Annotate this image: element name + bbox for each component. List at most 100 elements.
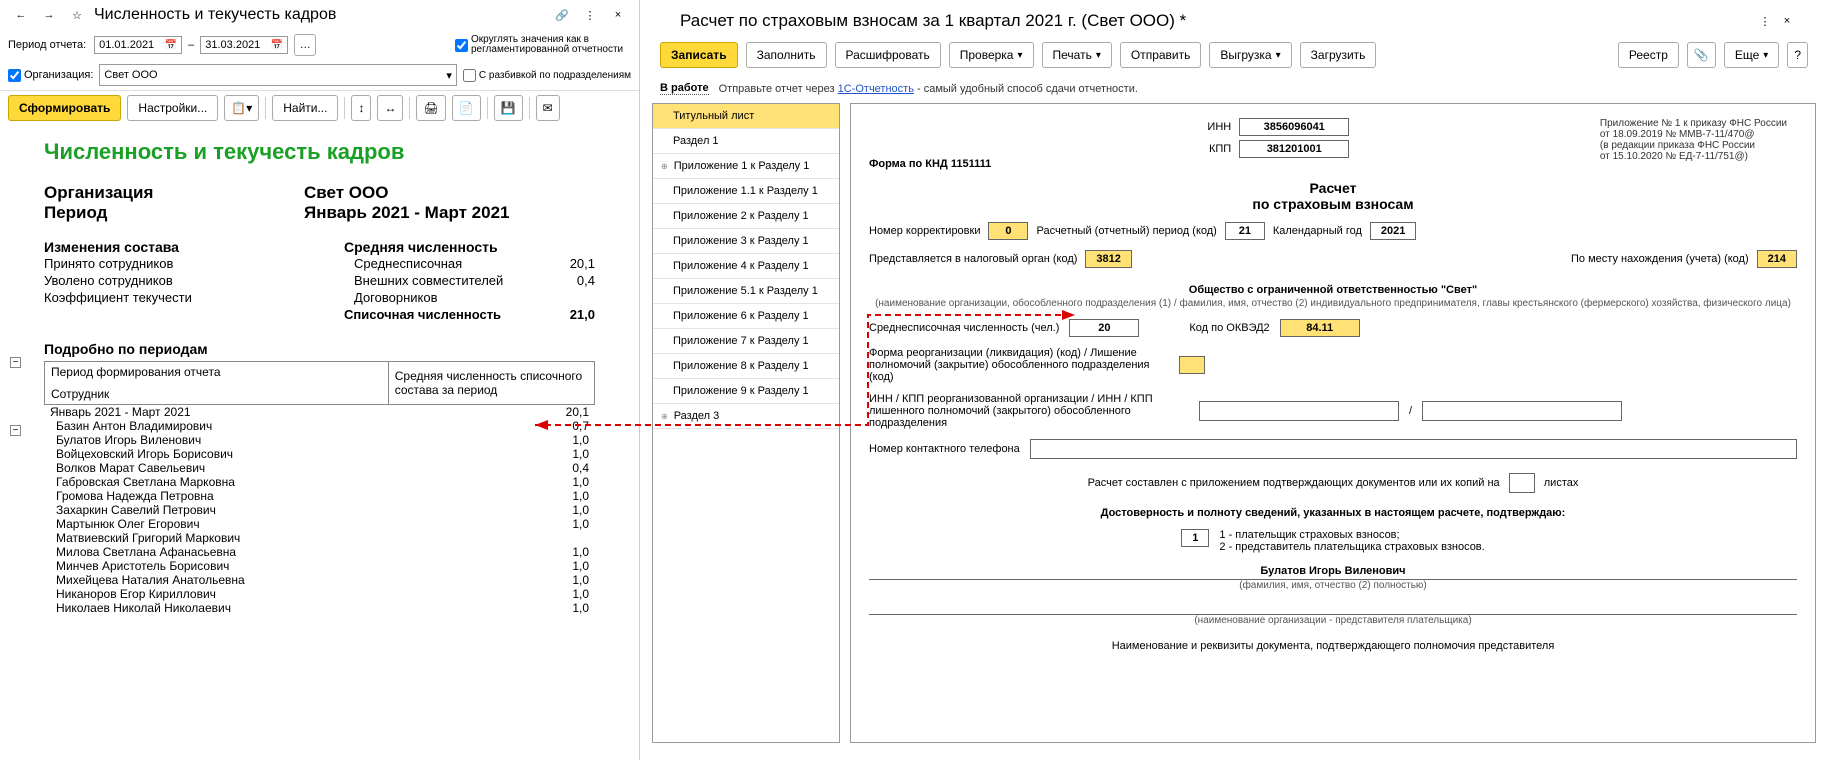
settings-button[interactable]: Настройки... (127, 95, 218, 121)
round-checkbox[interactable]: Округлять значения как в регламентирован… (455, 35, 631, 55)
period-total-label: Январь 2021 - Март 2021 (44, 405, 388, 419)
date-from-input[interactable]: 01.01.2021📅 (94, 36, 182, 54)
load-button[interactable]: Загрузить (1300, 42, 1377, 68)
nav-item[interactable]: Приложение 4 к Разделу 1 (653, 254, 839, 279)
kpp-label: КПП (1191, 143, 1231, 155)
pages-note: Расчет составлен с приложением подтвержд… (869, 473, 1797, 493)
nav-back-icon[interactable]: ← (10, 4, 32, 26)
nav-item[interactable]: Раздел 1 (653, 129, 839, 154)
close-icon[interactable]: × (1776, 10, 1798, 32)
nav-item[interactable]: ⊕Раздел 3 (653, 404, 839, 429)
table-row: Волков Марат Савельевич0,4 (44, 461, 595, 475)
nav-item[interactable]: Приложение 5.1 к Разделу 1 (653, 279, 839, 304)
pdf-icon[interactable]: 📄 (452, 95, 481, 121)
breakdown-checkbox[interactable]: С разбивкой по подразделениям (463, 69, 631, 82)
expand-icon[interactable]: ⊕ (661, 162, 668, 171)
find-button[interactable]: Найти... (272, 95, 338, 121)
section-nav[interactable]: Титульный листРаздел 1⊕Приложение 1 к Ра… (652, 103, 840, 743)
signer-type-value[interactable]: 1 (1181, 529, 1209, 547)
print-button[interactable]: Печать (1042, 42, 1112, 68)
rep-hint: (фамилия, имя, отчество (2) полностью) (869, 580, 1797, 591)
avg-count-value[interactable]: 20 (1069, 319, 1139, 337)
nav-item[interactable]: Приложение 6 к Разделу 1 (653, 304, 839, 329)
expand-icon[interactable]: ⊕ (661, 412, 668, 421)
check-button[interactable]: Проверка (949, 42, 1034, 68)
calendar-icon[interactable]: 📅 (271, 40, 283, 51)
rep-org-hint: (наименование организации - представител… (869, 615, 1797, 626)
nav-item[interactable]: Приложение 8 к Разделу 1 (653, 354, 839, 379)
form-button[interactable]: Сформировать (8, 95, 121, 121)
attach-icon[interactable]: 📎 (1687, 42, 1716, 68)
period-value: Январь 2021 - Март 2021 (304, 203, 510, 223)
place-value[interactable]: 214 (1757, 250, 1797, 268)
print-icon[interactable]: 🖨 (416, 95, 445, 121)
th-avg: Средняя численность списочного состава з… (388, 362, 594, 405)
star-icon[interactable]: ☆ (66, 4, 88, 26)
detail-heading: Подробно по периодам (44, 341, 595, 357)
okved-value[interactable]: 84.11 (1280, 319, 1360, 337)
changes-heading: Изменения состава (44, 239, 344, 255)
table-row: Минчев Аристотель Борисович1,0 (44, 559, 595, 573)
upload-button[interactable]: Выгрузка (1209, 42, 1291, 68)
write-button[interactable]: Записать (660, 42, 738, 68)
reorg-kpp-input[interactable] (1422, 401, 1622, 421)
nav-item[interactable]: Приложение 7 к Разделу 1 (653, 329, 839, 354)
form-title-1: Расчет (869, 180, 1797, 196)
pages-input[interactable] (1509, 473, 1535, 493)
table-row: Никаноров Егор Кириллович1,0 (44, 587, 595, 601)
chevron-down-icon[interactable]: ▾ (446, 69, 452, 82)
knd-label: Форма по КНД 1151111 (869, 158, 991, 170)
period-code-label: Расчетный (отчетный) период (код) (1036, 225, 1216, 237)
fill-button[interactable]: Заполнить (746, 42, 827, 68)
org-hint: (наименование организации, обособленного… (869, 298, 1797, 309)
close-icon[interactable]: × (607, 4, 629, 26)
inn-value[interactable]: 3856096041 (1239, 118, 1349, 136)
paste-icon[interactable]: 📋▾ (224, 95, 259, 121)
date-to-input[interactable]: 31.03.2021📅 (200, 36, 288, 54)
kpp-value[interactable]: 381201001 (1239, 140, 1349, 158)
collapse-icon[interactable]: ↔ (377, 95, 403, 121)
table-row: Михейцева Наталия Анатольевна1,0 (44, 573, 595, 587)
nav-item[interactable]: Приложение 9 к Разделу 1 (653, 379, 839, 404)
more-icon[interactable]: ⋮ (579, 4, 601, 26)
nav-item[interactable]: Титульный лист (653, 104, 839, 129)
send-button[interactable]: Отправить (1120, 42, 1202, 68)
phone-input[interactable] (1030, 439, 1797, 459)
period-code-value[interactable]: 21 (1225, 222, 1265, 240)
tax-value[interactable]: 3812 (1085, 250, 1131, 268)
expand-icon[interactable]: ↕ (351, 95, 371, 121)
registry-button[interactable]: Реестр (1618, 42, 1679, 68)
decode-button[interactable]: Расшифровать (835, 42, 941, 68)
reorg-code[interactable] (1179, 356, 1205, 374)
more-button[interactable]: Еще (1724, 42, 1779, 68)
table-row: Булатов Игорь Виленович1,0 (44, 433, 595, 447)
nav-item[interactable]: Приложение 2 к Разделу 1 (653, 204, 839, 229)
nav-item[interactable]: ⊕Приложение 1 к Разделу 1 (653, 154, 839, 179)
mail-icon[interactable]: ✉ (536, 95, 560, 121)
representative-name: Булатов Игорь Виленович (869, 565, 1797, 580)
collapse-toggle[interactable]: − (10, 425, 21, 436)
help-icon[interactable]: ? (1787, 42, 1808, 68)
table-row: Базин Антон Владимирович0,7 (44, 419, 595, 433)
corr-value[interactable]: 0 (988, 222, 1028, 240)
link-icon[interactable]: 🔗 (551, 4, 573, 26)
reorg-inn-input[interactable] (1199, 401, 1399, 421)
nav-item[interactable]: Приложение 3 к Разделу 1 (653, 229, 839, 254)
period-picker-button[interactable]: … (294, 34, 316, 56)
year-value[interactable]: 2021 (1370, 222, 1416, 240)
org-checkbox[interactable]: Организация: (8, 69, 93, 82)
more-icon[interactable]: ⋮ (1754, 10, 1776, 32)
nav-forward-icon[interactable]: → (38, 4, 60, 26)
calendar-icon[interactable]: 📅 (165, 40, 177, 51)
table-row: Громова Надежда Петровна1,0 (44, 489, 595, 503)
corr-label: Номер корректировки (869, 225, 980, 237)
org-input[interactable]: Свет ООО▾ (99, 64, 456, 86)
table-row: Захаркин Савелий Петрович1,0 (44, 503, 595, 517)
nav-item[interactable]: Приложение 1.1 к Разделу 1 (653, 179, 839, 204)
status-link[interactable]: 1С-Отчетность (838, 83, 914, 95)
status-badge[interactable]: В работе (660, 82, 709, 95)
collapse-toggle[interactable]: − (10, 357, 21, 368)
save-icon[interactable]: 💾 (494, 95, 523, 121)
rep-org-line[interactable] (869, 599, 1797, 615)
form-area: Форма по КНД 1151111 ИНН3856096041 КПП38… (850, 103, 1816, 743)
